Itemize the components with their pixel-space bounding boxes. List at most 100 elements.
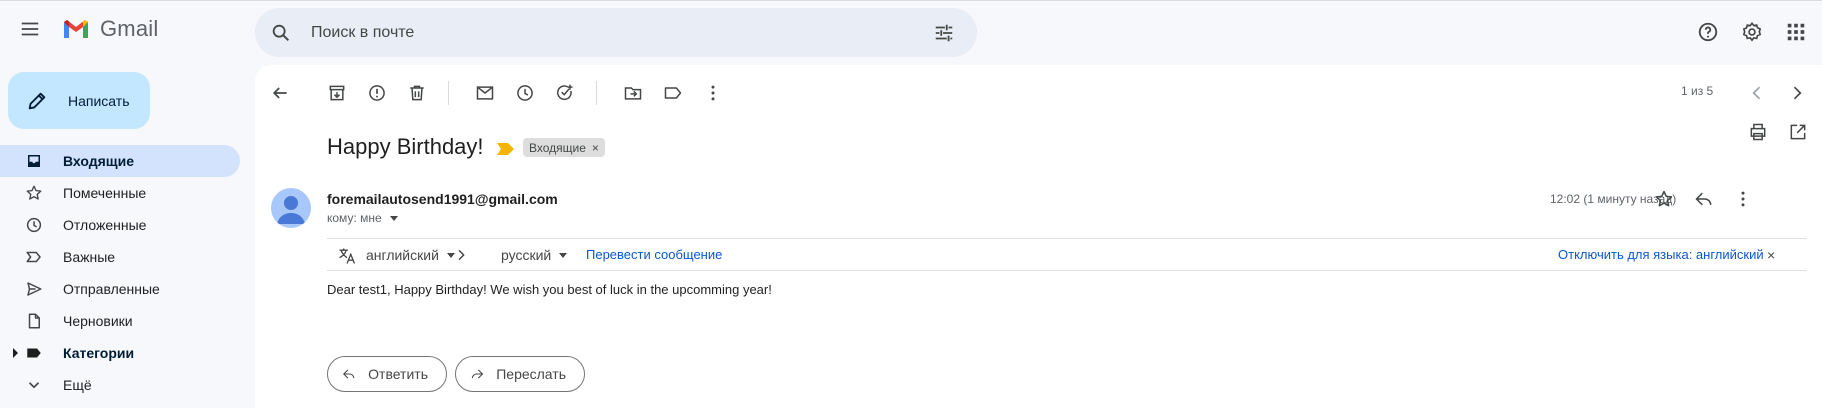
inbox-icon: [25, 152, 43, 170]
sidebar-item-important[interactable]: Важные: [0, 241, 240, 273]
sidebar-item-sent[interactable]: Отправленные: [0, 273, 240, 305]
move-to-icon: [624, 87, 642, 100]
message-more-button[interactable]: [1727, 183, 1759, 215]
expand-caret-icon[interactable]: [13, 348, 18, 358]
more-vert-icon: [711, 85, 715, 101]
target-language-select[interactable]: русский: [501, 247, 568, 263]
snooze-button[interactable]: [509, 77, 541, 109]
translate-icon: [339, 248, 356, 264]
labels-icon: [664, 87, 682, 99]
report-spam-icon: [369, 85, 385, 101]
apps-button[interactable]: [1776, 12, 1816, 52]
app-name: Gmail: [100, 16, 159, 41]
filter-options-icon: [935, 24, 953, 42]
add-task-button[interactable]: [549, 77, 581, 109]
important-marker-icon[interactable]: [497, 143, 514, 155]
help-button[interactable]: [1688, 12, 1728, 52]
gmail-logo[interactable]: Gmail: [62, 16, 158, 42]
sidebar-item-categories[interactable]: Категории: [0, 337, 240, 369]
search-icon: [272, 24, 290, 42]
more-options-button[interactable]: [697, 77, 729, 109]
disable-translation-link[interactable]: Отключить для языка: английский: [1558, 247, 1764, 262]
sidebar-item-snoozed[interactable]: Отложенные: [0, 209, 240, 241]
recipient-details[interactable]: кому: мне: [327, 211, 398, 225]
main-menu-button[interactable]: [14, 9, 46, 49]
chevron-left-icon: [1752, 86, 1761, 100]
reply-action-label: Ответить: [368, 366, 428, 382]
sidebar-nav: Входящие Помеченные Отложенные Важные От…: [0, 145, 240, 401]
back-button[interactable]: [264, 77, 296, 109]
delete-button[interactable]: [401, 77, 433, 109]
close-translation-button[interactable]: ×: [1767, 247, 1775, 263]
search-input[interactable]: [311, 8, 871, 57]
source-language-label: английский: [366, 247, 439, 263]
search-bar[interactable]: [255, 8, 977, 57]
newer-button[interactable]: [1741, 77, 1773, 109]
sidebar-item-label: Категории: [63, 345, 135, 361]
star-icon: [1655, 190, 1673, 207]
delete-icon: [410, 85, 424, 101]
reply-action-button[interactable]: Ответить: [327, 356, 447, 392]
settings-icon: [1742, 21, 1762, 42]
pager-count: 1 из 5: [1681, 84, 1714, 98]
move-to-button[interactable]: [617, 77, 649, 109]
label-chip-text: Входящие: [529, 140, 586, 155]
sidebar-item-label: Отправленные: [63, 281, 160, 297]
search-options-button[interactable]: [924, 13, 964, 53]
help-icon: [1698, 22, 1718, 42]
open-new-window-button[interactable]: [1782, 116, 1814, 148]
dropdown-caret-icon: [559, 252, 568, 258]
search-button[interactable]: [261, 13, 301, 53]
reply-button[interactable]: [1688, 183, 1720, 215]
top-border: [0, 0, 1822, 1]
target-language-label: русский: [501, 247, 552, 263]
sidebar-item-drafts[interactable]: Черновики: [0, 305, 240, 337]
print-button[interactable]: [1742, 116, 1774, 148]
person-icon: [277, 196, 305, 224]
label-icon: [25, 344, 43, 362]
report-spam-button[interactable]: [361, 77, 393, 109]
back-icon: [272, 87, 287, 99]
avatar[interactable]: [271, 188, 311, 228]
source-language-select[interactable]: английский: [366, 247, 455, 263]
sidebar-item-starred[interactable]: Помеченные: [0, 177, 240, 209]
translate-message-link[interactable]: Перевести сообщение: [586, 247, 722, 262]
sidebar-item-more[interactable]: Ещё: [0, 369, 240, 401]
send-icon: [25, 280, 43, 298]
pencil-icon: [28, 92, 46, 109]
archive-button[interactable]: [321, 77, 353, 109]
print-icon: [1750, 123, 1766, 141]
compose-label: Написать: [68, 92, 130, 109]
archive-icon: [329, 85, 345, 101]
mark-unread-icon: [476, 86, 494, 100]
important-icon: [25, 248, 43, 266]
forward-action-button[interactable]: Переслать: [455, 356, 585, 392]
open-in-new-icon: [1790, 124, 1806, 140]
sidebar-item-label: Отложенные: [63, 217, 147, 233]
star-button[interactable]: [1648, 183, 1680, 215]
recipient-label: кому: мне: [327, 211, 382, 225]
remove-label-button[interactable]: ×: [592, 141, 599, 155]
older-button[interactable]: [1781, 77, 1813, 109]
compose-button[interactable]: Написать: [8, 72, 150, 129]
apps-icon: [1787, 23, 1805, 41]
menu-icon: [21, 22, 39, 36]
clock-icon: [25, 216, 43, 234]
labels-button[interactable]: [657, 77, 689, 109]
chevron-right-icon: [458, 249, 465, 261]
message-body: Dear test1, Happy Birthday! We wish you …: [327, 282, 772, 297]
star-icon: [25, 184, 43, 202]
toolbar-separator: [596, 81, 597, 105]
mark-unread-button[interactable]: [469, 77, 501, 109]
add-task-icon: [557, 84, 573, 101]
forward-icon: [471, 369, 484, 379]
chevron-down-icon: [25, 376, 43, 394]
sidebar-item-label: Входящие: [63, 153, 134, 169]
settings-button[interactable]: [1732, 12, 1772, 52]
sidebar-item-label: Ещё: [63, 377, 92, 393]
inbox-label-chip[interactable]: Входящие ×: [523, 138, 605, 157]
snooze-icon: [517, 85, 533, 101]
sender-email[interactable]: foremailautosend1991@gmail.com: [327, 191, 558, 207]
forward-action-label: Переслать: [496, 366, 566, 382]
sidebar-item-inbox[interactable]: Входящие: [0, 145, 240, 177]
